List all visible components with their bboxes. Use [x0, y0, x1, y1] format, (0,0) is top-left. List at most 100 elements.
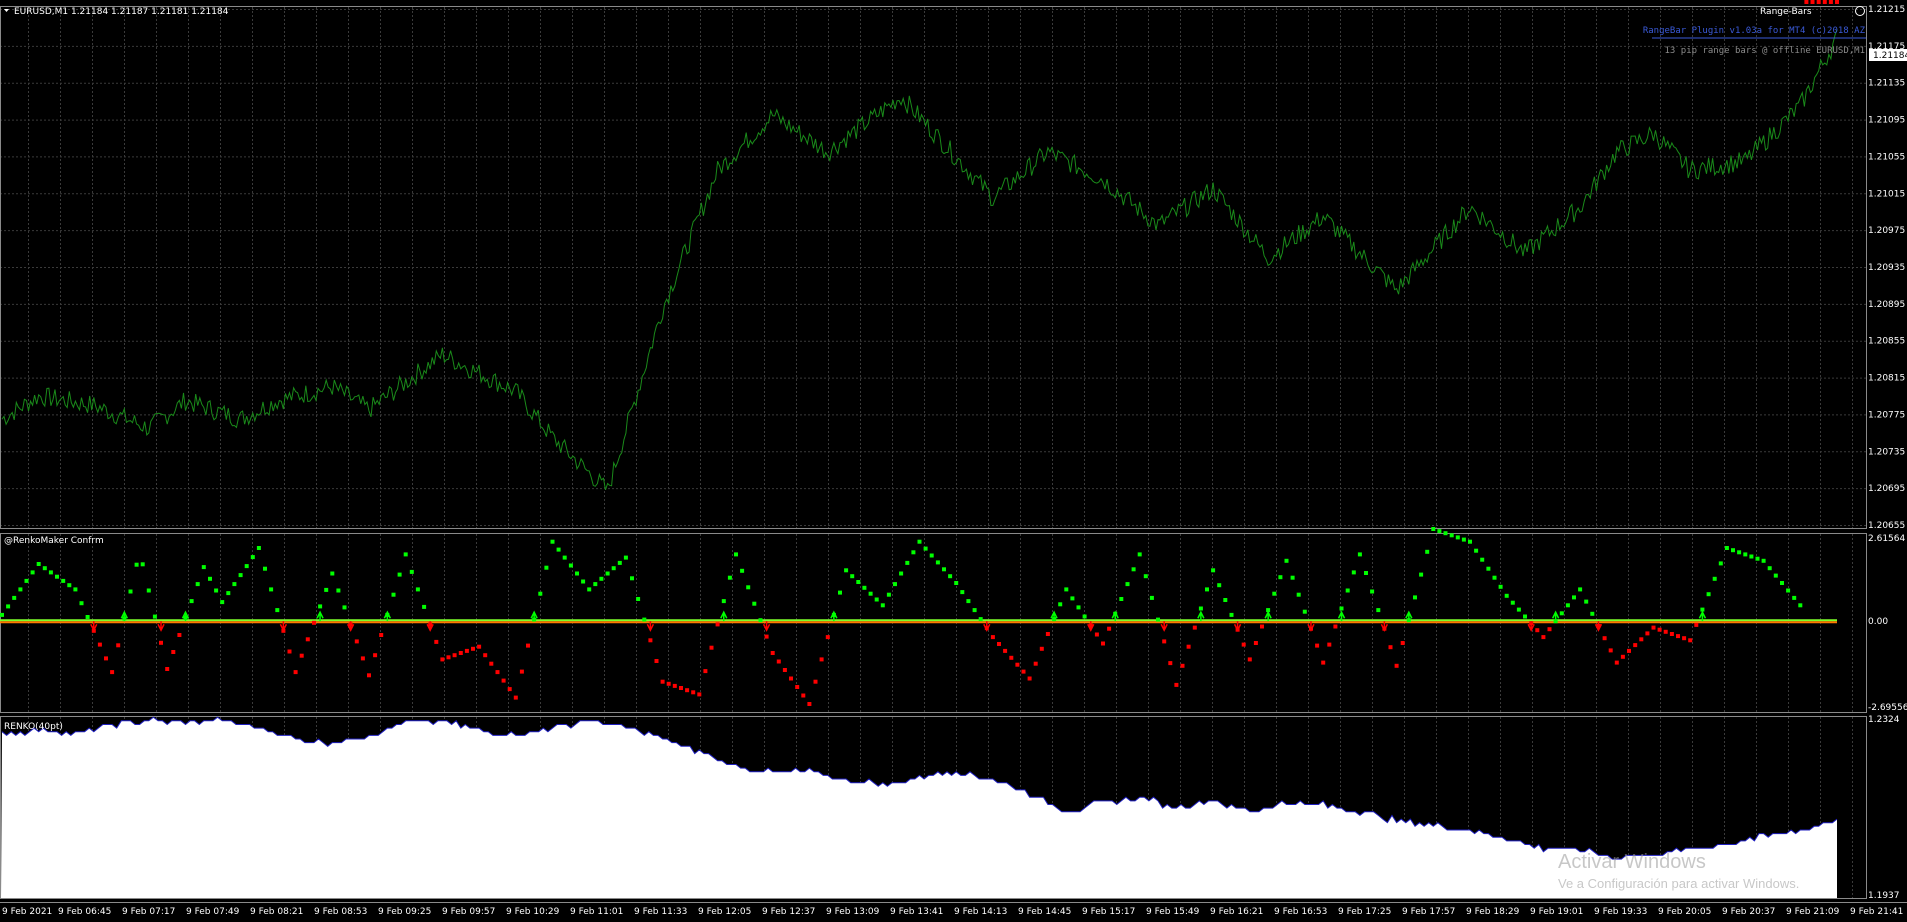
oscillator-point [660, 679, 665, 684]
x-tick-label: 9 Feb 10:29 [506, 907, 560, 917]
oscillator-point [250, 555, 255, 560]
oscillator-point [1767, 566, 1772, 571]
oscillator-point [1504, 593, 1509, 598]
price-y-tick: 1.21135 [1868, 79, 1905, 89]
oscillator-point [244, 564, 249, 569]
oscillator-point [1461, 537, 1466, 542]
oscillator-point [1516, 607, 1521, 612]
oscillator-point [587, 587, 592, 592]
oscillator-point [1333, 624, 1338, 629]
oscillator-point [1724, 546, 1729, 550]
x-tick-label: 9 Feb 07:17 [122, 907, 175, 917]
oscillator-point [544, 565, 549, 570]
oscillator-point [1186, 644, 1191, 649]
oscillator-point [1608, 648, 1613, 653]
oscillator-point [1810, 0, 1815, 4]
oscillator-point [605, 571, 610, 576]
oscillator-point [1192, 625, 1197, 630]
oscillator-point [104, 656, 108, 661]
oscillator-point [1180, 663, 1185, 668]
price-y-tick: 1.20815 [1868, 374, 1905, 384]
watermark-line1: Activar Windows [1558, 851, 1706, 873]
oscillator-point [293, 670, 298, 675]
oscillator-point [208, 576, 212, 581]
oscillator-y-tick: 2.61564 [1868, 534, 1905, 544]
oscillator-point [513, 695, 518, 700]
x-tick-label: 9 Feb 13:09 [826, 907, 880, 917]
oscillator-y-tick: -2.69556 [1868, 703, 1907, 713]
oscillator-point [373, 653, 378, 658]
oscillator-point [1559, 611, 1564, 616]
oscillator-point [36, 562, 41, 566]
oscillator-point [844, 568, 849, 573]
oscillator-point [440, 657, 445, 662]
oscillator-point [1657, 627, 1662, 632]
oscillator-point [318, 604, 323, 609]
oscillator-point [1094, 632, 1099, 637]
oscillator-point [146, 588, 151, 593]
oscillator-point [758, 618, 763, 623]
range-bars-badge[interactable]: Range-Bars [1760, 7, 1812, 17]
oscillator-point [1786, 588, 1791, 593]
oscillator-point [1468, 539, 1472, 544]
oscillator-point [727, 575, 732, 580]
trading-chart[interactable]: 1.212151.211751.211351.210951.210551.210… [0, 0, 1907, 922]
x-tick-label: 9 Feb 15:49 [1146, 907, 1200, 917]
price-y-tick: 1.20975 [1868, 226, 1905, 236]
oscillator-point [128, 589, 133, 594]
oscillator-point [1149, 595, 1154, 600]
oscillator-point [1253, 641, 1258, 645]
oscillator-point [1602, 636, 1607, 641]
x-tick-label: 9 Feb 19:01 [1530, 907, 1583, 917]
oscillator-point [24, 578, 29, 583]
oscillator-point [807, 702, 812, 706]
oscillator-point [550, 539, 555, 544]
oscillator-point [360, 656, 365, 661]
oscillator-point [409, 569, 414, 574]
oscillator-point [978, 617, 983, 622]
oscillator-point [1474, 548, 1479, 553]
x-tick-label: 9 Feb 21:09 [1786, 907, 1840, 917]
plugin-line: RangeBar Plugin v1.03a for MT4 (c)2018 A… [1643, 26, 1866, 36]
oscillator-point [434, 639, 439, 644]
oscillator-point [1669, 632, 1674, 636]
oscillator-point [1205, 587, 1209, 592]
price-y-tick: 1.21015 [1868, 189, 1905, 199]
oscillator-title: @RenkoMaker Confrm [4, 536, 104, 546]
oscillator-point [336, 588, 341, 593]
oscillator-point [1137, 552, 1142, 557]
oscillator-point [1614, 660, 1619, 665]
oscillator-point [159, 640, 163, 645]
oscillator-point [740, 568, 745, 573]
oscillator-point [61, 578, 66, 583]
oscillator-point [1523, 614, 1527, 619]
oscillator-point [1082, 614, 1087, 619]
oscillator-point [1743, 552, 1748, 557]
oscillator-point [226, 591, 231, 596]
x-tick-label: 9 Feb 14:13 [954, 907, 1007, 917]
oscillator-point [801, 693, 806, 698]
oscillator-point [1156, 617, 1160, 622]
oscillator-point [1272, 591, 1277, 596]
oscillator-point [648, 638, 653, 643]
oscillator-point [1009, 655, 1014, 660]
oscillator-point [220, 600, 225, 605]
oscillator-point [1706, 592, 1711, 597]
oscillator-point [642, 617, 647, 622]
x-tick-label: 9 Feb 09:57 [442, 907, 495, 917]
oscillator-point [1143, 574, 1148, 579]
oscillator-point [562, 555, 567, 560]
oscillator-point [1565, 603, 1570, 608]
oscillator-point [685, 688, 690, 693]
oscillator-point [1822, 0, 1827, 4]
oscillator-point [862, 585, 867, 590]
oscillator-point [972, 608, 977, 613]
price-y-tick: 1.20935 [1868, 263, 1905, 273]
x-tick-label: 9 Feb 15:17 [1082, 907, 1135, 917]
oscillator-point [1486, 566, 1491, 571]
oscillator-point [1590, 611, 1595, 616]
oscillator-point [697, 692, 702, 697]
oscillator-point [30, 570, 35, 575]
oscillator-point [1241, 642, 1246, 647]
x-tick-label: 9 Feb 07:49 [186, 907, 240, 917]
